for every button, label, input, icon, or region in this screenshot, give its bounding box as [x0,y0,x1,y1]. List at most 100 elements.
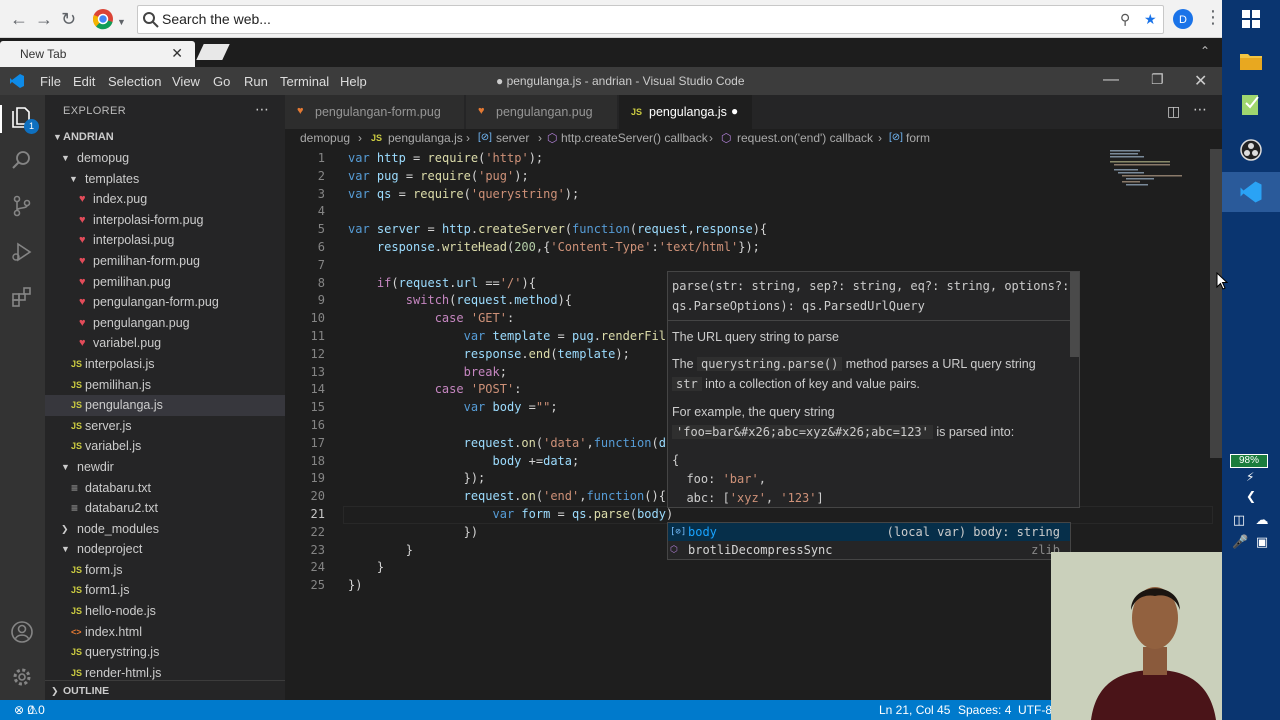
code-line[interactable]: response.end(template); [348,346,630,364]
tree-item[interactable]: ≡ databaru2.txt [45,498,285,519]
code-line[interactable]: body +=data; [348,453,580,471]
code-line[interactable]: var body =""; [348,399,558,417]
microphone-icon[interactable]: 🎤 [1232,530,1248,554]
notepad-plus-icon[interactable] [1240,93,1262,117]
chevron-left-icon[interactable]: ❮ [1239,484,1263,508]
code-line[interactable]: request.on('data',function(d [348,435,666,453]
tree-item[interactable]: ▼ nodeproject [45,539,285,560]
address-bar[interactable]: Search the web... ⚲ ★ [137,5,1164,34]
tree-item[interactable]: ≡ databaru.txt [45,478,285,499]
search-activity-icon[interactable] [10,148,34,172]
more-actions-icon[interactable]: ⋯ [1193,101,1207,118]
run-debug-icon[interactable] [10,240,34,264]
menu-terminal[interactable]: Terminal [280,74,329,89]
code-line[interactable]: }) [348,577,362,595]
tree-item[interactable]: JS pemilihan.js [45,375,285,396]
hover-scrollbar[interactable] [1070,272,1079,357]
battery-indicator[interactable]: 98% [1230,454,1268,468]
menu-edit[interactable]: Edit [73,74,95,89]
browser-tab[interactable]: New Tab ✕ [0,41,195,67]
suggestion-item[interactable]: [⊘] body (local var) body: string [668,523,1070,541]
menu-run[interactable]: Run [244,74,268,89]
minimize-icon[interactable]: — [1103,71,1119,89]
collapse-icon[interactable]: ⌃ [1200,44,1210,58]
breadcrumb-item[interactable]: demopug [300,129,350,147]
outline-section[interactable]: ❯ OUTLINE [45,680,285,700]
code-line[interactable]: } [348,542,413,560]
tree-item[interactable]: JS variabel.js [45,436,285,457]
window-close-icon[interactable]: ✕ [1194,71,1207,91]
code-line[interactable]: case 'POST': [348,381,522,399]
restore-icon[interactable]: ❐ [1151,71,1164,88]
tree-item[interactable]: JS pengulanga.js [45,395,285,416]
back-icon[interactable]: ← [10,9,28,29]
reload-icon[interactable]: ↻ [61,9,76,29]
menu-file[interactable]: File [40,74,61,89]
profile-avatar-icon[interactable]: D [1172,8,1194,30]
source-control-icon[interactable] [10,194,34,218]
code-line[interactable]: var form = qs.parse(body) [348,506,674,524]
code-line[interactable]: request.on('end',function(){ [348,488,666,506]
chevron-down-icon[interactable]: ▼ [117,12,126,32]
tree-item[interactable]: ▼ templates [45,169,285,190]
code-line[interactable]: case 'GET': [348,310,515,328]
code-line[interactable]: }); [348,470,486,488]
breadcrumb-item[interactable]: server [496,129,529,147]
forward-icon[interactable]: → [35,9,53,29]
breadcrumb-item[interactable]: http.createServer() callback [561,129,708,147]
tree-item[interactable]: ♥ variabel.pug [45,333,285,354]
bookmark-star-icon[interactable]: ★ [1144,11,1157,28]
menu-help[interactable]: Help [340,74,367,89]
unsaved-dot-icon[interactable]: ● [731,104,738,118]
code-line[interactable]: switch(request.method){ [348,292,572,310]
tree-item[interactable]: JS form.js [45,560,285,581]
problems-indicator[interactable]: ⊗ 0 ⚠ 0 [14,700,45,720]
tree-item[interactable]: ❯ node_modules [45,519,285,540]
tree-item[interactable]: ♥ index.pug [45,189,285,210]
menu-go[interactable]: Go [213,74,230,89]
suggestion-item[interactable]: ⬡ brotliDecompressSync zlib [668,541,1070,559]
breadcrumb-item[interactable]: request.on('end') callback [737,129,873,147]
screen-capture-icon[interactable]: ▣ [1252,530,1272,554]
indentation[interactable]: Spaces: 4 [958,700,1011,720]
vscode-taskbar-icon[interactable] [1239,180,1263,204]
gear-icon[interactable] [10,665,34,689]
accounts-icon[interactable] [10,620,34,644]
tree-item[interactable]: JS hello-node.js [45,601,285,622]
code-line[interactable]: var server = http.createServer(function(… [348,221,767,239]
zoom-icon[interactable]: ⚲ [1120,11,1130,28]
tab-pengulanga-js[interactable]: JS pengulanga.js ● [619,95,753,129]
split-editor-icon[interactable]: ◫ [1167,103,1180,120]
tab-pengulangan-pug[interactable]: ♥ pengulangan.pug [466,95,618,129]
tree-item[interactable]: ♥ interpolasi.pug [45,230,285,251]
tree-item[interactable]: ♥ pemilihan.pug [45,272,285,293]
breadcrumb-item[interactable]: form [906,129,930,147]
chrome-logo-icon[interactable] [92,8,114,30]
code-line[interactable]: }) [348,524,478,542]
code-line[interactable]: var template = pug.renderFil [348,328,666,346]
tree-item[interactable]: ♥ pengulangan.pug [45,313,285,334]
obs-studio-icon[interactable] [1239,138,1263,162]
cloud-icon[interactable]: ☁ [1252,508,1272,532]
encoding[interactable]: UTF-8 [1018,700,1052,720]
code-line[interactable]: var pug = require('pug'); [348,168,529,186]
code-line[interactable]: break; [348,364,507,382]
more-actions-icon[interactable]: ⋯ [255,101,269,118]
tree-item[interactable]: ▼ newdir [45,457,285,478]
breadcrumb-item[interactable]: pengulanga.js [388,129,463,147]
extensions-icon[interactable] [10,285,34,309]
editor-scrollbar[interactable] [1210,149,1222,458]
code-line[interactable]: } [348,559,384,577]
cursor-position[interactable]: Ln 21, Col 45 [879,700,950,720]
tree-item[interactable]: ♥ interpolasi-form.pug [45,210,285,231]
tree-item[interactable]: ▼ demopug [45,148,285,169]
code-line[interactable]: if(request.url =='/'){ [348,275,536,293]
code-line[interactable]: var http = require('http'); [348,150,543,168]
code-line[interactable]: var qs = require('querystring'); [348,186,579,204]
more-options-icon[interactable]: ⋮ [1204,7,1222,27]
menu-view[interactable]: View [172,74,200,89]
network-icon[interactable]: ◫ [1232,508,1246,532]
tree-item[interactable]: ♥ pemilihan-form.pug [45,251,285,272]
minimap[interactable] [1108,149,1198,189]
tree-item[interactable]: ♥ pengulangan-form.pug [45,292,285,313]
